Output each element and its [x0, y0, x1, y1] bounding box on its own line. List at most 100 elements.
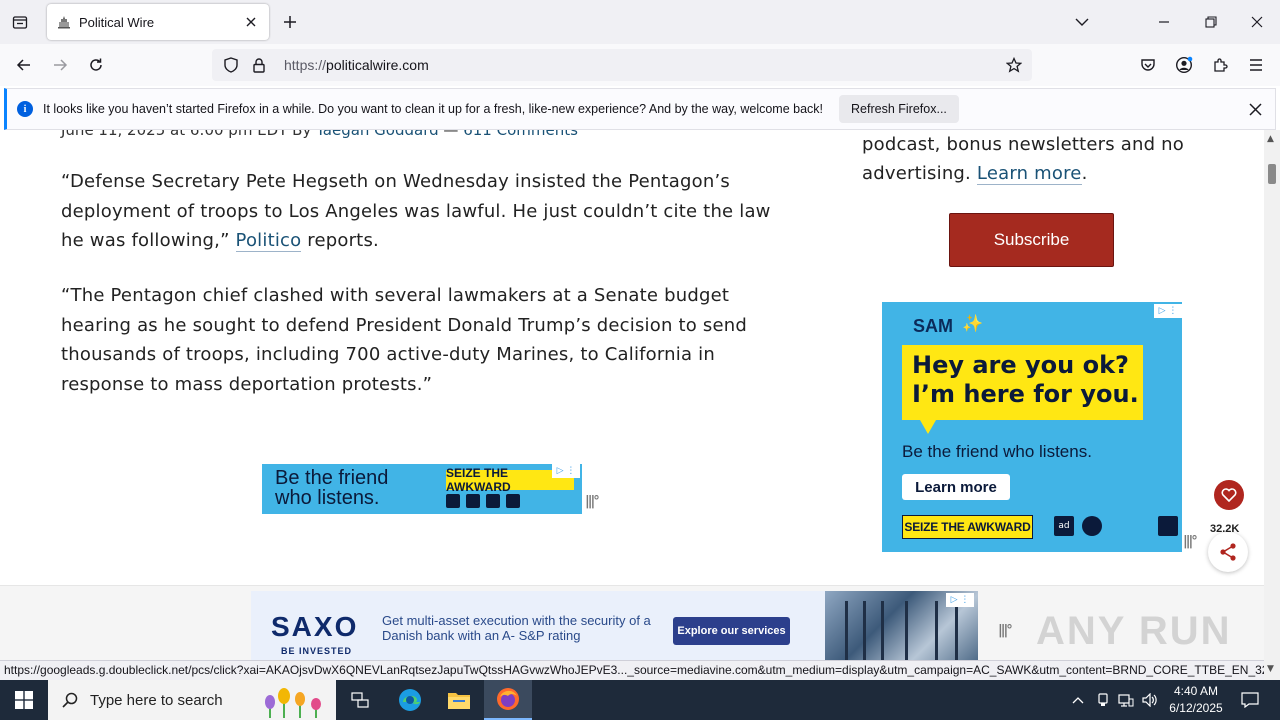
scroll-down-arrow-icon[interactable]: ▼	[1267, 664, 1274, 674]
mediavine-icon: |||°	[998, 623, 1013, 638]
inline-ad-logos	[446, 494, 520, 508]
windows-taskbar: Type here to search 4:40 AM 6/12/2025	[0, 680, 1280, 720]
search-icon	[62, 692, 78, 708]
minimize-icon[interactable]	[1150, 8, 1178, 36]
tray-expand-icon[interactable]	[1068, 680, 1088, 720]
anyrun-watermark: ANY RUN	[1036, 609, 1232, 653]
article-paragraph-1: “Defense Secretary Pete Hegseth on Wedne…	[61, 167, 781, 256]
windows-start-icon[interactable]	[0, 680, 48, 720]
usb-device-icon[interactable]	[1094, 680, 1112, 720]
tab-title: Political Wire	[79, 14, 155, 30]
adchoices-icon[interactable]: ▷ ⋮	[946, 593, 974, 607]
article-paragraph-2: “The Pentagon chief clashed with several…	[61, 285, 747, 395]
lock-icon[interactable]	[250, 57, 268, 73]
link-status-bar: https://googleads.g.doubleclick.net/pcs/…	[0, 660, 1264, 680]
ad-learn-more-button[interactable]: Learn more	[902, 474, 1010, 500]
sidebar-ad-sam[interactable]: SAM ✨ ▷ ⋮ Hey are you ok? I’m here for yo…	[882, 302, 1182, 552]
ad-headline: Hey are you ok? I’m here for you.	[912, 351, 1139, 409]
tab-list-icon[interactable]	[8, 10, 32, 34]
ad-council-logo: ad	[1054, 516, 1074, 536]
ad-brand: SAM	[913, 316, 953, 336]
saxo-copy: Get multi-asset execution with the secur…	[382, 613, 651, 643]
tab-close-icon[interactable]	[239, 10, 263, 34]
sparkle-icon: ✨	[962, 314, 984, 334]
clock-time: 4:40 AM	[1173, 684, 1219, 698]
inline-ad-line-2: who listens.	[275, 487, 380, 509]
adchoices-icon[interactable]: ▷ ⋮	[552, 464, 580, 478]
sponsor-logo	[1082, 516, 1102, 536]
byline-date: June 11, 2025 at 6:00 pm EDT By	[61, 130, 317, 139]
inline-ad-line-1: Be the friend	[275, 467, 389, 489]
sidebar-membership-text: podcast, bonus newsletters and no advert…	[862, 130, 1202, 188]
forward-icon[interactable]	[46, 51, 74, 79]
scroll-up-arrow-icon[interactable]: ▲	[1267, 134, 1274, 144]
favorite-heart-button[interactable]	[1214, 480, 1244, 510]
list-all-tabs-icon[interactable]	[1068, 8, 1096, 36]
page-scrollbar[interactable]: ▲ ▼	[1264, 130, 1280, 680]
url-text[interactable]: https://politicalwire.com	[284, 57, 1002, 73]
sponsor-logo	[1110, 516, 1150, 536]
paragraph-1-end: reports.	[301, 230, 379, 251]
ad-subline: Be the friend who listens.	[902, 442, 1092, 461]
comments-link[interactable]: 611 Comments	[463, 130, 578, 139]
mediavine-icon: |||°	[1183, 534, 1198, 549]
account-icon[interactable]	[1170, 51, 1198, 79]
explore-services-button[interactable]: Explore our services	[673, 617, 790, 645]
scrollbar-thumb[interactable]	[1268, 164, 1276, 184]
ad-campaign-logo: SEIZE THE AWKWARD	[902, 515, 1033, 539]
ad-headline-line-1: Hey are you ok?	[912, 351, 1129, 379]
refresh-firefox-button[interactable]: Refresh Firefox...	[839, 95, 959, 123]
back-icon[interactable]	[10, 51, 38, 79]
file-explorer-icon[interactable]	[435, 680, 483, 720]
inline-ad-text: Be the friend who listens.	[275, 468, 388, 508]
share-button[interactable]	[1208, 532, 1248, 572]
capitol-favicon-icon	[57, 15, 71, 29]
edge-icon[interactable]	[386, 680, 434, 720]
navigation-toolbar: https://politicalwire.com	[0, 44, 1280, 86]
page-content: June 11, 2025 at 6:00 pm EDT By Taegan G…	[0, 130, 1264, 660]
author-link[interactable]: Taegan Goddard	[316, 130, 439, 139]
saxo-logo: SAXO	[271, 611, 359, 642]
ad-sponsor-logos: ad	[1054, 516, 1178, 536]
politico-link[interactable]: Politico	[235, 230, 302, 252]
sticky-footer-ad: SAXO BE INVESTED Get multi-asset executi…	[0, 585, 1264, 660]
jed-logo	[1158, 516, 1178, 536]
saxo-tagline: BE INVESTED	[281, 646, 353, 656]
network-icon[interactable]	[1116, 680, 1136, 720]
notifications-icon[interactable]	[1236, 680, 1264, 720]
byline-separator: —	[438, 130, 464, 139]
task-view-icon[interactable]	[336, 680, 384, 720]
tab-bar: Political Wire	[0, 0, 1280, 44]
firefox-taskbar-icon[interactable]	[484, 680, 532, 720]
paragraph-1-text: “Defense Secretary Pete Hegseth on Wedne…	[61, 171, 771, 251]
adchoices-icon[interactable]: ▷ ⋮	[1154, 304, 1182, 318]
info-icon: i	[17, 101, 33, 117]
refresh-firefox-notification: i It looks like you haven’t started Fire…	[4, 88, 1276, 130]
tulips-icon	[265, 688, 321, 718]
tab-political-wire[interactable]: Political Wire	[47, 4, 269, 40]
clock-date: 6/12/2025	[1169, 701, 1223, 715]
mediavine-icon: |||°	[585, 494, 600, 509]
volume-icon[interactable]	[1140, 680, 1160, 720]
new-tab-icon[interactable]	[278, 10, 302, 34]
bookmark-star-icon[interactable]	[1002, 57, 1026, 73]
taskbar-clock[interactable]: 4:40 AM 6/12/2025	[1160, 683, 1232, 717]
sidebar-text-end: .	[1081, 163, 1088, 184]
subscribe-button[interactable]: Subscribe	[949, 213, 1114, 267]
taskbar-search[interactable]: Type here to search	[48, 680, 336, 720]
tracking-protection-shield-icon[interactable]	[222, 57, 240, 73]
pocket-icon[interactable]	[1134, 51, 1162, 79]
extensions-icon[interactable]	[1206, 51, 1234, 79]
notification-close-icon[interactable]	[1243, 97, 1267, 121]
restore-icon[interactable]	[1197, 8, 1225, 36]
reload-icon[interactable]	[82, 51, 110, 79]
ad-headline-line-2: I’m here for you.	[912, 380, 1139, 408]
url-bar[interactable]: https://politicalwire.com	[212, 49, 1032, 81]
article-byline: June 11, 2025 at 6:00 pm EDT By Taegan G…	[61, 130, 578, 139]
app-menu-icon[interactable]	[1242, 51, 1270, 79]
learn-more-link[interactable]: Learn more	[976, 163, 1082, 185]
saxo-ad[interactable]: SAXO BE INVESTED Get multi-asset executi…	[251, 591, 978, 660]
inline-ad-banner[interactable]: Be the friend who listens. SEIZE THE AWKW…	[262, 464, 582, 514]
close-window-icon[interactable]	[1243, 8, 1271, 36]
search-placeholder: Type here to search	[90, 691, 223, 709]
